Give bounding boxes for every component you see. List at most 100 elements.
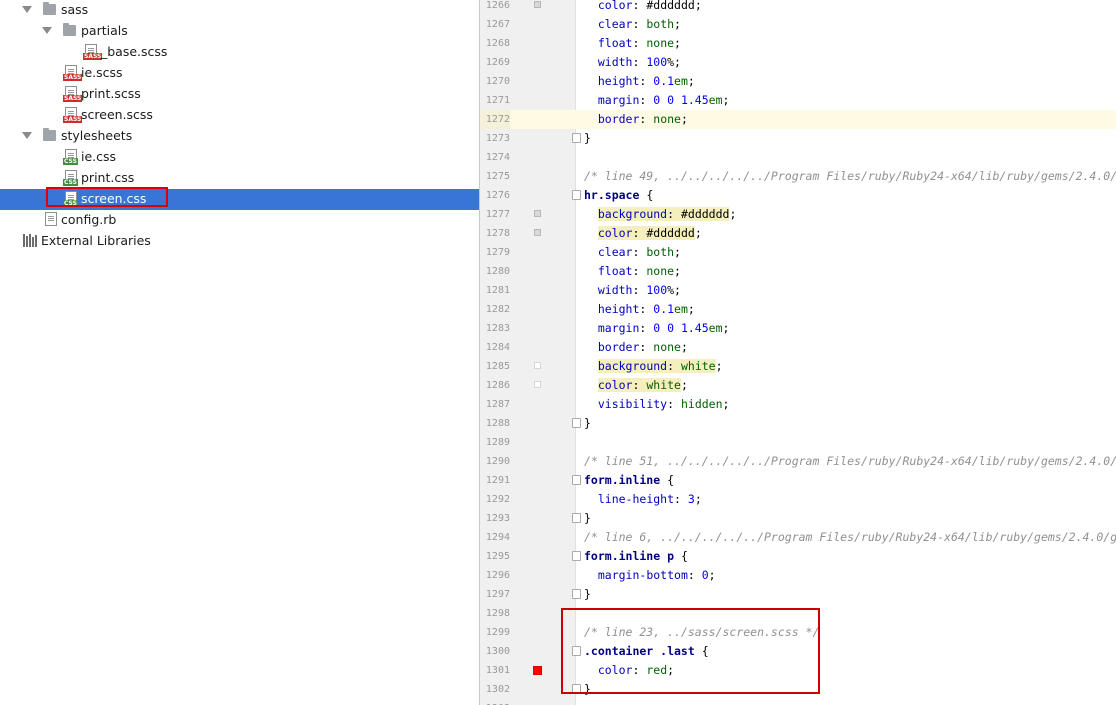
tree-item-config-rb[interactable]: config.rb xyxy=(0,210,479,231)
color-swatch-icon[interactable] xyxy=(534,210,541,217)
code-line[interactable]: 1291 form.inline { xyxy=(480,471,1116,490)
code-line[interactable]: 1283 margin: 0 0 1.45em; xyxy=(480,319,1116,338)
code-line[interactable]: 1279 clear: both; xyxy=(480,243,1116,262)
code-token: 0 xyxy=(701,568,709,582)
line-number: 1298 xyxy=(485,608,510,619)
tree-item-stylesheets[interactable]: stylesheets xyxy=(0,126,479,147)
color-swatch-red-icon[interactable] xyxy=(533,666,542,675)
code-token: ; xyxy=(715,359,723,373)
code-line[interactable]: 1278 color: #dddddd; xyxy=(480,224,1116,243)
code-token: height xyxy=(597,302,640,316)
tree-item-ie-css[interactable]: CSS ie.css xyxy=(0,147,479,168)
code-line[interactable]: 1280 float: none; xyxy=(480,262,1116,281)
code-line[interactable]: 1295 form.inline p { xyxy=(480,547,1116,566)
code-line[interactable]: 1267 clear: both; xyxy=(480,15,1116,34)
color-swatch-icon[interactable] xyxy=(534,229,541,236)
expand-arrow-icon[interactable] xyxy=(42,27,52,34)
fold-marker-icon[interactable] xyxy=(572,418,581,428)
tree-item-screen-scss[interactable]: SASS screen.scss xyxy=(0,105,479,126)
code-text: /* line 51, ../../../../../Program Files… xyxy=(584,452,1116,471)
fold-marker-icon[interactable] xyxy=(572,513,581,523)
fold-marker-icon[interactable] xyxy=(572,589,581,599)
code-line[interactable]: 1276 hr.space { xyxy=(480,186,1116,205)
code-token: line-height xyxy=(597,492,675,506)
code-line[interactable]: 1284 border: none; xyxy=(480,338,1116,357)
code-text: background: #dddddd; xyxy=(584,205,736,224)
code-text: color: #dddddd; xyxy=(584,224,702,243)
color-swatch-icon[interactable] xyxy=(534,362,541,369)
code-token: : xyxy=(639,93,654,107)
code-token: ; xyxy=(694,0,702,12)
color-swatch-icon[interactable] xyxy=(534,381,541,388)
code-line[interactable]: 1288} xyxy=(480,414,1116,433)
code-line[interactable]: 1292 line-height: 3; xyxy=(480,490,1116,509)
code-line[interactable]: 1287 visibility: hidden; xyxy=(480,395,1116,414)
code-token: both xyxy=(646,17,675,31)
code-line[interactable]: 1273} xyxy=(480,129,1116,148)
code-text: float: none; xyxy=(584,34,681,53)
code-line[interactable]: 1268 float: none; xyxy=(480,34,1116,53)
code-line[interactable]: 1271 margin: 0 0 1.45em; xyxy=(480,91,1116,110)
code-token: } xyxy=(584,131,591,145)
code-token: } xyxy=(584,511,591,525)
code-line[interactable]: 1286 color: white; xyxy=(480,376,1116,395)
code-token: border xyxy=(597,340,640,354)
code-line[interactable]: 1272 border: none; xyxy=(480,110,1116,129)
code-line[interactable]: 1297} xyxy=(480,585,1116,604)
line-number: 1293 xyxy=(485,513,510,524)
code-token: ; xyxy=(729,207,737,221)
line-number: 1292 xyxy=(485,494,510,505)
tree-item-print-css[interactable]: CSS print.css xyxy=(0,168,479,189)
code-token: ; xyxy=(722,397,730,411)
code-token: /* line 6, ../../../../../Program Files/… xyxy=(584,530,1116,544)
code-line[interactable]: 1269 width: 100%; xyxy=(480,53,1116,72)
code-token: : xyxy=(639,340,654,354)
code-line[interactable]: 1285 background: white; xyxy=(480,357,1116,376)
line-number: 1270 xyxy=(485,76,510,87)
code-line[interactable]: 1266 color: #dddddd; xyxy=(480,0,1116,15)
code-token: border xyxy=(597,112,640,126)
code-text: color: #dddddd; xyxy=(584,0,702,15)
line-number: 1282 xyxy=(485,304,510,315)
sass-file-icon: SASS xyxy=(63,86,83,103)
code-line[interactable]: 1270 height: 0.1em; xyxy=(480,72,1116,91)
fold-marker-icon[interactable] xyxy=(572,190,581,200)
code-line[interactable]: 1296 margin-bottom: 0; xyxy=(480,566,1116,585)
code-token: ; xyxy=(687,302,695,316)
tree-item-print-scss[interactable]: SASS print.scss xyxy=(0,84,479,105)
line-number: 1280 xyxy=(485,266,510,277)
fold-marker-icon[interactable] xyxy=(572,475,581,485)
code-token: form.inline p xyxy=(584,549,675,563)
line-number: 1275 xyxy=(485,171,510,182)
code-token: #dddddd xyxy=(646,226,695,240)
code-line[interactable]: 1303 xyxy=(480,699,1116,705)
tree-item-base-scss[interactable]: SASS _base.scss xyxy=(0,42,479,63)
fold-marker-icon[interactable] xyxy=(572,133,581,143)
line-number: 1286 xyxy=(485,380,510,391)
code-line[interactable]: 1289 xyxy=(480,433,1116,452)
fold-marker-icon[interactable] xyxy=(572,551,581,561)
expand-arrow-icon[interactable] xyxy=(22,132,32,139)
color-swatch-icon[interactable] xyxy=(534,1,541,8)
code-line[interactable]: 1275 /* line 49, ../../../../../Program F… xyxy=(480,167,1116,186)
code-line[interactable]: 1282 height: 0.1em; xyxy=(480,300,1116,319)
tree-item-external-libraries[interactable]: External Libraries xyxy=(0,231,479,252)
code-token: #dddddd xyxy=(680,207,730,221)
tree-item-ie-scss[interactable]: SASS ie.scss xyxy=(0,63,479,84)
tree-item-sass[interactable]: sass xyxy=(0,0,479,21)
code-line[interactable]: 1293} xyxy=(480,509,1116,528)
tree-item-label: partials xyxy=(81,23,128,38)
code-line[interactable]: 1274 xyxy=(480,148,1116,167)
code-line[interactable]: 1294 /* line 6, ../../../../../Program Fi… xyxy=(480,528,1116,547)
code-line[interactable]: 1290 /* line 51, ../../../../../Program F… xyxy=(480,452,1116,471)
code-line[interactable]: 1277 background: #dddddd; xyxy=(480,205,1116,224)
tree-item-partials[interactable]: partials xyxy=(0,21,479,42)
code-token: margin-bottom xyxy=(597,568,688,582)
line-number: 1302 xyxy=(485,684,510,695)
expand-arrow-icon[interactable] xyxy=(22,6,32,13)
code-line[interactable]: 1281 width: 100%; xyxy=(480,281,1116,300)
line-number: 1301 xyxy=(485,665,510,676)
code-token: } xyxy=(584,587,591,601)
code-editor[interactable]: 1266 color: #dddddd; 1267 clear: both; 126… xyxy=(479,0,1116,705)
